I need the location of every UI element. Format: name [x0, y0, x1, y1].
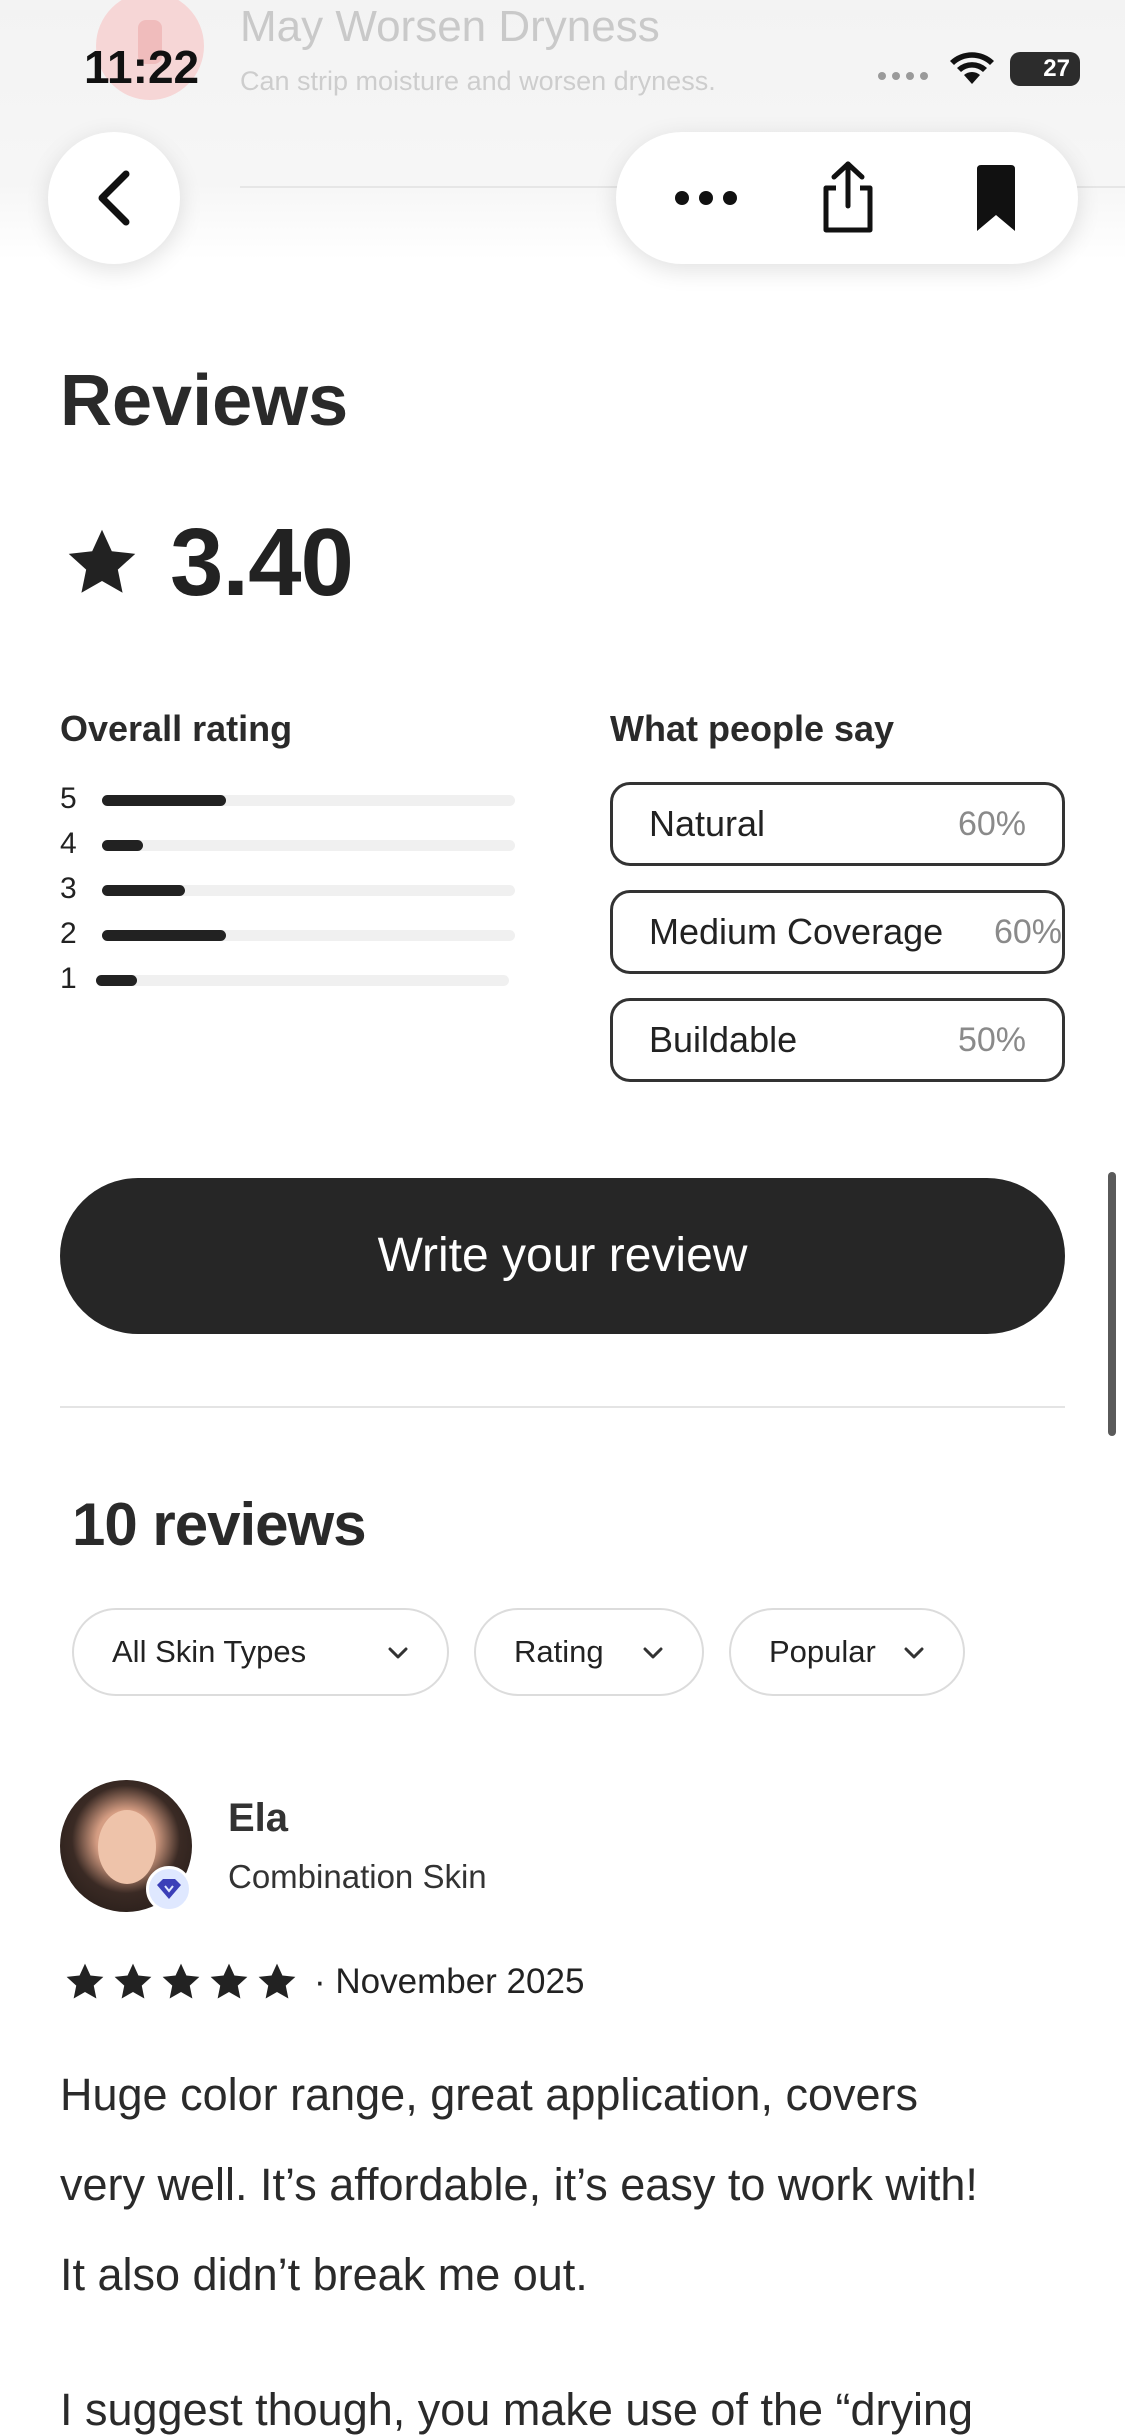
star-icon: [66, 1963, 104, 1999]
review-count-title: 10 reviews: [72, 1491, 367, 1558]
review-line: I suggest though, you make use of the “d…: [60, 2384, 974, 2435]
rating-row-5: 5: [60, 780, 515, 825]
battery-icon: 27: [1010, 52, 1080, 86]
star-icon: [114, 1963, 152, 1999]
tag-label: Medium Coverage: [649, 911, 944, 952]
filter-skin-type[interactable]: All Skin Types: [72, 1608, 449, 1696]
chevron-down-icon: [904, 1647, 924, 1659]
diamond-icon: [157, 1879, 181, 1899]
bookmark-button[interactable]: [936, 132, 1056, 264]
wifi-icon: [950, 52, 994, 84]
rating-row-label: 3: [60, 872, 77, 905]
review-date: · November 2025: [314, 1962, 585, 2001]
reviews-title: Reviews: [60, 361, 349, 441]
star-icon: [162, 1963, 200, 1999]
rating-row-3: 3: [60, 870, 515, 915]
rating-bar-track: [102, 930, 515, 941]
rating-bar-track: [102, 885, 515, 896]
tag-natural[interactable]: Natural 60%: [610, 782, 1065, 866]
tag-percent: 50%: [957, 1021, 1026, 1059]
average-rating: 3.40: [64, 508, 354, 618]
chevron-left-icon: [98, 170, 130, 226]
review-line: very well. It’s affordable, it’s easy to…: [60, 2159, 978, 2210]
status-time: 11:22: [84, 41, 200, 93]
share-icon: [823, 161, 873, 233]
filter-sort[interactable]: Popular: [729, 1608, 965, 1696]
write-review-button[interactable]: Write your review: [60, 1178, 1065, 1334]
rating-row-label: 2: [60, 917, 77, 950]
rating-row-2: 2: [60, 915, 515, 960]
chevron-down-icon: [643, 1647, 663, 1659]
tag-percent: 60%: [993, 913, 1062, 951]
reviewer-name[interactable]: Ela: [228, 1796, 288, 1841]
cellular-signal-icon: [878, 72, 928, 80]
chevron-down-icon: [388, 1647, 408, 1659]
people-say-title: What people say: [610, 708, 895, 749]
verified-badge: [146, 1866, 192, 1912]
rating-bar-fill: [102, 885, 185, 896]
rating-distribution: 5 4 3 2 1: [60, 780, 515, 1005]
bookmark-icon: [977, 165, 1015, 231]
filter-sort-label: Popular: [769, 1634, 876, 1669]
filter-skin-type-label: All Skin Types: [112, 1634, 307, 1669]
more-horizontal-icon: [675, 191, 737, 205]
filter-rating-label: Rating: [514, 1634, 604, 1669]
star-icon: [210, 1963, 248, 1999]
reviewer-skin-type: Combination Skin: [228, 1858, 487, 1895]
rating-bar-fill: [102, 795, 226, 806]
review-line: Huge color range, great application, cov…: [60, 2069, 918, 2120]
rating-bar-fill: [102, 930, 226, 941]
rating-row-label: 1: [60, 962, 77, 995]
more-button[interactable]: [646, 132, 766, 264]
rating-row-label: 4: [60, 827, 77, 860]
rating-bar-track: [102, 795, 515, 806]
rating-row-label: 5: [60, 782, 77, 815]
rating-bar-track: [96, 975, 509, 986]
overall-rating-title: Overall rating: [60, 708, 293, 749]
average-rating-value: 3.40: [170, 509, 354, 616]
tag-percent: 60%: [957, 805, 1026, 843]
header-actions: [616, 132, 1078, 264]
tag-medium-coverage[interactable]: Medium Coverage 60%: [610, 890, 1065, 974]
share-button[interactable]: [788, 132, 908, 264]
star-icon: [258, 1963, 296, 1999]
status-indicators: 27: [878, 50, 1083, 90]
section-divider: [60, 1406, 1065, 1408]
tag-label: Buildable: [649, 1019, 798, 1060]
faded-warning-title: May Worsen Dryness: [240, 2, 660, 51]
back-button[interactable]: [48, 132, 180, 264]
attribute-tags: Natural 60% Medium Coverage 60% Buildabl…: [610, 782, 1065, 1106]
star-icon: [68, 529, 136, 593]
tag-buildable[interactable]: Buildable 50%: [610, 998, 1065, 1082]
rating-bar-track: [102, 840, 515, 851]
tag-label: Natural: [649, 803, 766, 844]
scrollbar[interactable]: [1108, 1172, 1116, 1436]
rating-row-4: 4: [60, 825, 515, 870]
filter-rating[interactable]: Rating: [474, 1608, 704, 1696]
rating-bar-fill: [96, 975, 138, 986]
avatar-face: [98, 1810, 156, 1884]
faded-warning-subtitle: Can strip moisture and worsen dryness.: [240, 66, 716, 96]
review-text: Huge color range, great application, cov…: [60, 2050, 1080, 2436]
review-stars: · November 2025: [64, 1960, 584, 2004]
review-line: It also didn’t break me out.: [60, 2249, 588, 2300]
rating-bar-fill: [102, 840, 144, 851]
rating-row-1: 1: [60, 960, 515, 1005]
